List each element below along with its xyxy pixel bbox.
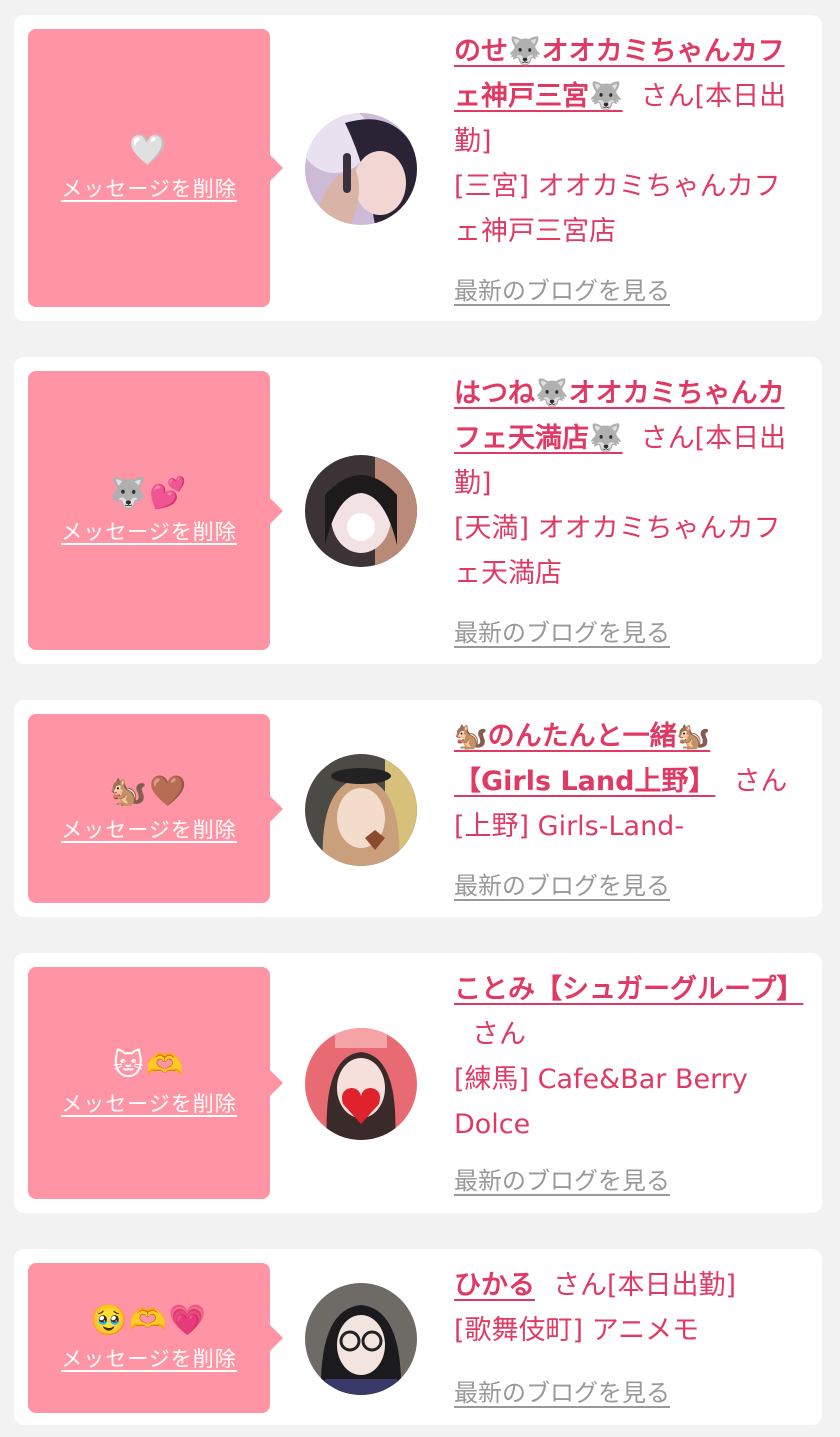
message-bubble: 🥹🫶💗 メッセージを削除: [28, 1263, 283, 1413]
message-card: 🐿️🤎 メッセージを削除 🐿️のんたんと一緒🐿️【Girls Land上野】 さん…: [14, 700, 822, 917]
stamp-emoji: 🐺💕: [109, 475, 189, 511]
message-card: 🥹🫶💗 メッセージを削除 ひかる さん[本日出勤] [歌舞伎町] アニメモ 最新の…: [14, 1249, 822, 1425]
latest-blog-link[interactable]: 最新のブログを見る: [454, 613, 670, 648]
latest-blog-link[interactable]: 最新のブログを見る: [454, 271, 670, 306]
message-card: 🐱🫶 メッセージを削除 ことみ【シュガーグループ】さん [練馬] Cafe&Ba…: [14, 953, 822, 1213]
cast-info: 🐿️のんたんと一緒🐿️【Girls Land上野】 さん [上野] Girls-L…: [454, 714, 804, 849]
cast-photo-icon: [305, 1028, 417, 1140]
cast-avatar[interactable]: [305, 1283, 417, 1395]
shop-name: [三宮] オオカミちゃんカフェ神戸三宮店: [454, 171, 781, 247]
honorific: さん: [733, 766, 788, 797]
honorific: さん: [472, 1019, 526, 1050]
shop-name: [上野] Girls-Land-: [454, 811, 685, 842]
cast-avatar[interactable]: [305, 1028, 417, 1140]
shop-name: [天満] オオカミちゃんカフェ天満店: [454, 513, 781, 589]
cast-name-link[interactable]: ひかる: [454, 1270, 535, 1301]
message-bubble: 🤍 メッセージを削除: [28, 29, 283, 307]
stamp-emoji: 🐱🫶: [112, 1048, 186, 1083]
message-card: 🐺💕 メッセージを削除 はつね🐺オオカミちゃんカフェ天満店🐺 さん[本日出勤] […: [14, 357, 822, 664]
delete-message-link[interactable]: メッセージを削除: [61, 1343, 237, 1373]
delete-message-link[interactable]: メッセージを削除: [61, 516, 237, 546]
cast-info: はつね🐺オオカミちゃんカフェ天満店🐺 さん[本日出勤] [天満] オオカミちゃんカ…: [454, 371, 804, 596]
honorific: さん: [640, 81, 695, 112]
message-bubble: 🐺💕 メッセージを削除: [28, 371, 283, 650]
message-card: 🤍 メッセージを削除 のせ🐺オオカミちゃんカフェ神戸三宮🐺 さん[本日出勤] [三…: [14, 15, 822, 321]
attendance-status: [本日出勤]: [607, 1270, 737, 1301]
stamp-emoji: 🤍: [129, 133, 169, 168]
honorific: さん: [553, 1270, 607, 1301]
shop-name: [練馬] Cafe&Bar Berry Dolce: [454, 1064, 748, 1140]
honorific: さん: [640, 423, 695, 454]
cast-avatar[interactable]: [305, 113, 417, 225]
message-bubble: 🐱🫶 メッセージを削除: [28, 967, 283, 1199]
latest-blog-link[interactable]: 最新のブログを見る: [454, 1373, 670, 1408]
latest-blog-link[interactable]: 最新のブログを見る: [454, 866, 670, 901]
stamp-emoji: 🐿️🤎: [109, 773, 189, 809]
delete-message-link[interactable]: メッセージを削除: [61, 814, 237, 844]
cast-name-link[interactable]: ことみ【シュガーグループ】: [454, 974, 803, 1005]
message-bubble: 🐿️🤎 メッセージを削除: [28, 714, 283, 903]
cast-photo-icon: [305, 754, 417, 866]
cast-info: ことみ【シュガーグループ】さん [練馬] Cafe&Bar Berry Dolc…: [454, 967, 804, 1147]
delete-message-link[interactable]: メッセージを削除: [61, 173, 237, 203]
stamp-emoji: 🥹🫶💗: [89, 1303, 209, 1338]
cast-photo-icon: [305, 113, 417, 225]
cast-info: ひかる さん[本日出勤] [歌舞伎町] アニメモ: [454, 1263, 804, 1353]
shop-name: [歌舞伎町] アニメモ: [454, 1315, 700, 1346]
cast-photo-icon: [305, 1283, 417, 1395]
cast-name-link[interactable]: 🐿️のんたんと一緒🐿️【Girls Land上野】: [454, 721, 715, 797]
latest-blog-link[interactable]: 最新のブログを見る: [454, 1161, 670, 1196]
delete-message-link[interactable]: メッセージを削除: [61, 1088, 237, 1118]
cast-info: のせ🐺オオカミちゃんカフェ神戸三宮🐺 さん[本日出勤] [三宮] オオカミちゃんカ…: [454, 29, 804, 254]
cast-avatar[interactable]: [305, 455, 417, 567]
cast-avatar[interactable]: [305, 754, 417, 866]
cast-photo-icon: [305, 455, 417, 567]
